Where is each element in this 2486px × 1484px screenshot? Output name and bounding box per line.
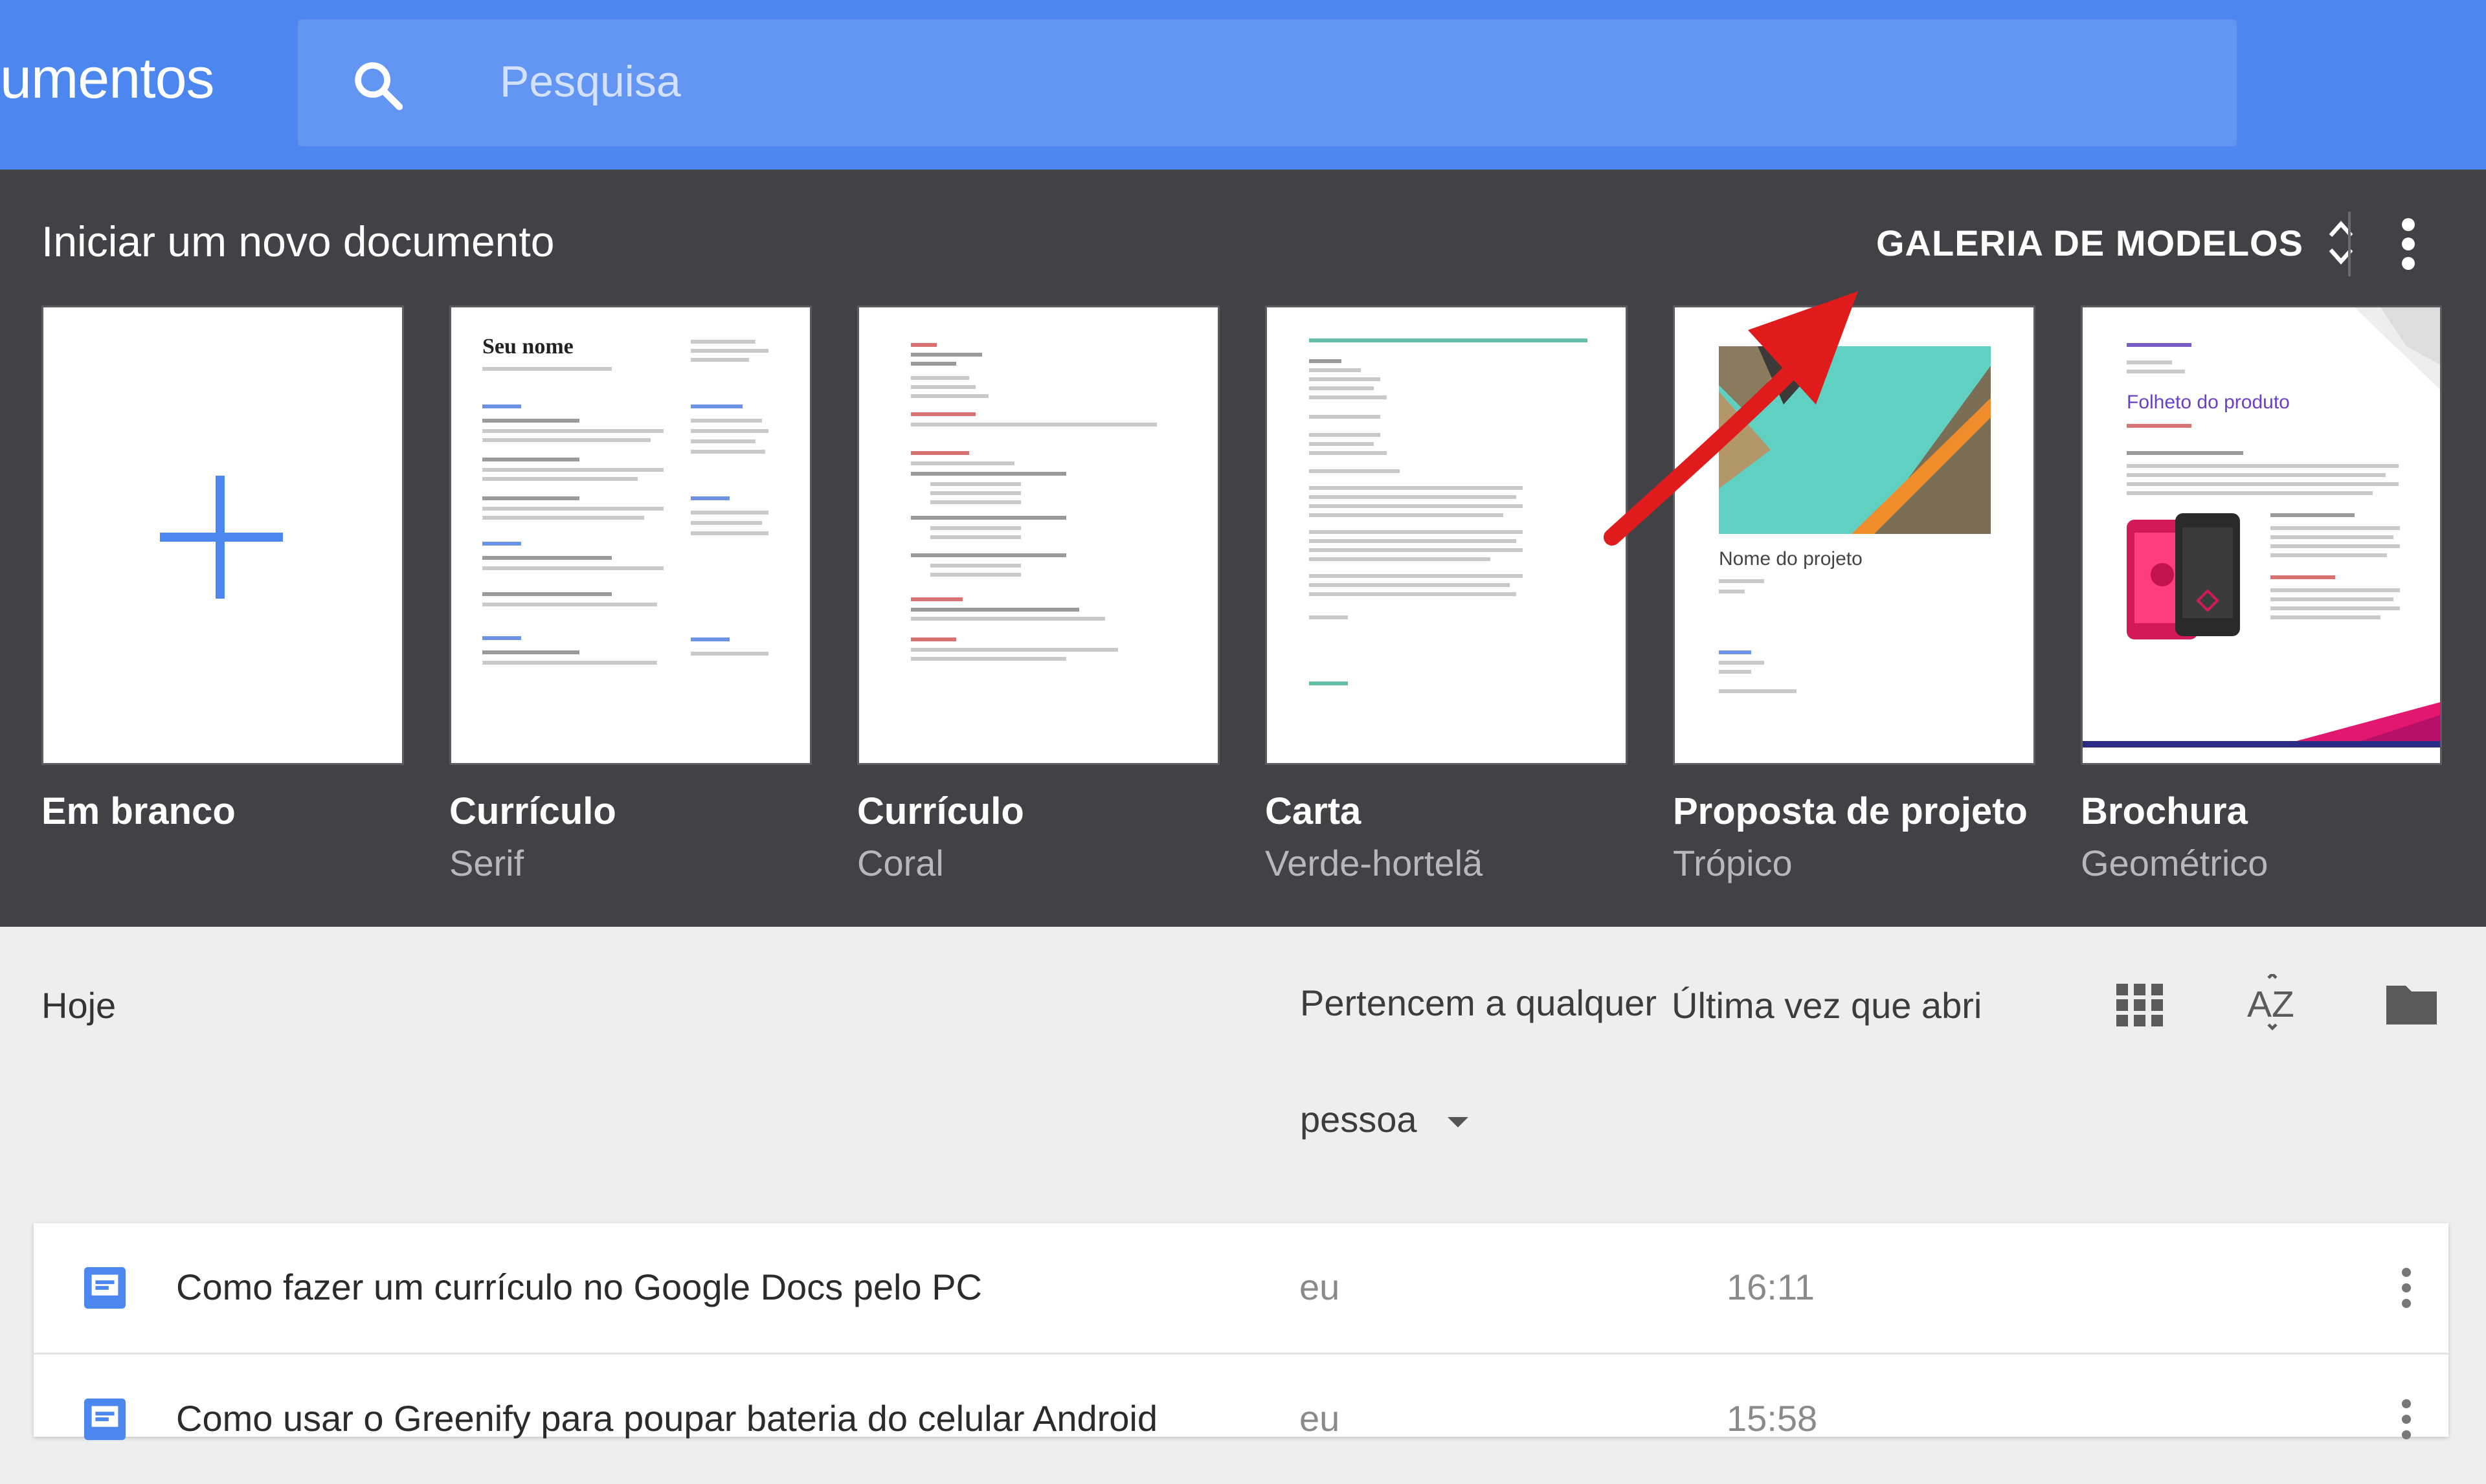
- document-owner: eu: [1299, 1398, 1340, 1439]
- more-vert-icon[interactable]: [2397, 1393, 2416, 1445]
- template-letter-mint[interactable]: Carta Verde-hortelã: [1265, 305, 1628, 884]
- template-gallery-toggle[interactable]: GALERIA DE MODELOS: [1876, 214, 2355, 272]
- template-name: Em branco: [41, 790, 236, 832]
- template-subtitle: Coral: [857, 843, 944, 883]
- template-gallery: Iniciar um novo documento GALERIA DE MOD…: [0, 170, 2486, 927]
- template-name: Currículo: [449, 790, 616, 832]
- search-icon[interactable]: [350, 57, 408, 115]
- owner-filter-dropdown[interactable]: Pertencem a qualquer pessoa: [1300, 945, 1675, 1178]
- gallery-title: Iniciar um novo documento: [41, 217, 555, 265]
- plus-icon: [160, 476, 283, 599]
- grid-view-icon[interactable]: [2111, 974, 2169, 1032]
- document-title[interactable]: Como usar o Greenify para poupar bateria…: [176, 1397, 1158, 1439]
- owner-filter-label: Pertencem a qualquer pessoa: [1300, 982, 1657, 1140]
- template-thumbnail[interactable]: Folheto do produto: [2081, 305, 2442, 765]
- template-thumbnail[interactable]: [41, 305, 404, 765]
- template-resume-coral[interactable]: Currículo Coral: [857, 305, 1220, 884]
- template-name: Currículo: [857, 790, 1024, 832]
- template-heading: Folheto do produto: [2127, 392, 2290, 413]
- brochure-footer-decoration: [2083, 702, 2440, 748]
- phone-image: [2127, 513, 2240, 639]
- template-heading: Seu nome: [482, 335, 574, 359]
- google-docs-icon: [84, 1398, 126, 1441]
- document-time: 16:11: [1727, 1267, 1815, 1307]
- template-blank[interactable]: Em branco: [41, 305, 404, 842]
- document-title[interactable]: Como fazer um currículo no Google Docs p…: [176, 1266, 982, 1308]
- template-name: Proposta de projeto: [1673, 790, 2028, 832]
- annotation-arrow-icon: [1604, 291, 1858, 546]
- template-thumbnail[interactable]: Seu nome: [449, 305, 812, 765]
- brochure-geometric-decoration: [2355, 307, 2440, 390]
- template-thumbnail[interactable]: [1265, 305, 1628, 765]
- document-list: Como fazer um currículo no Google Docs p…: [34, 1223, 2448, 1441]
- section-label-today: Hoje: [41, 985, 117, 1026]
- more-vert-icon[interactable]: [2392, 212, 2424, 276]
- search-box[interactable]: [298, 19, 2237, 146]
- document-row[interactable]: Como fazer um currículo no Google Docs p…: [34, 1223, 2448, 1353]
- search-input[interactable]: [498, 45, 2184, 118]
- template-gallery-label: GALERIA DE MODELOS: [1876, 222, 2303, 263]
- document-owner: eu: [1299, 1267, 1340, 1307]
- template-name: Brochura: [2081, 790, 2248, 832]
- svg-text:AZ: AZ: [2247, 984, 2294, 1025]
- template-name: Carta: [1265, 790, 1361, 832]
- app-title[interactable]: umentos: [0, 45, 215, 111]
- toolbar-divider: [2348, 212, 2351, 276]
- google-docs-icon: [84, 1267, 126, 1309]
- expand-collapse-icon: [2329, 221, 2353, 265]
- more-vert-icon[interactable]: [2397, 1262, 2416, 1314]
- template-resume-serif[interactable]: Seu nome Currículo Serif: [449, 305, 812, 884]
- document-time: 15:58: [1727, 1398, 1818, 1439]
- template-thumbnail[interactable]: [857, 305, 1220, 765]
- template-brochure[interactable]: Folheto do produto Brochura Geométrico: [2081, 305, 2443, 884]
- template-subtitle: Geométrico: [2081, 843, 2268, 883]
- folder-icon[interactable]: [2382, 974, 2441, 1032]
- template-subtitle: Trópico: [1673, 843, 1793, 883]
- template-subtitle: Verde-hortelã: [1265, 843, 1483, 883]
- sort-last-opened[interactable]: Última vez que abri: [1672, 984, 1982, 1026]
- sort-az-icon[interactable]: AZ: [2243, 974, 2301, 1032]
- document-row[interactable]: Como usar o Greenify para poupar bateria…: [34, 1353, 2448, 1484]
- dropdown-arrow-icon: [1448, 1117, 1469, 1128]
- top-bar: umentos: [0, 0, 2486, 170]
- template-subtitle: Serif: [449, 843, 524, 883]
